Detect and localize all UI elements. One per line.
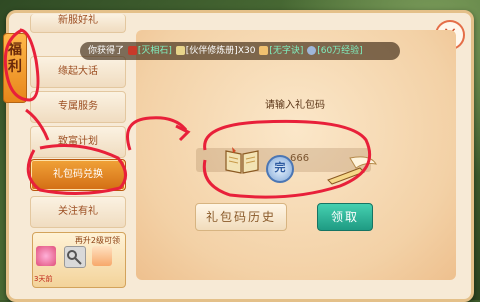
scroll-icon [259,46,269,55]
claim-button[interactable]: 领取 [317,203,373,231]
exp-icon [307,46,317,55]
promo-title: 再升2级可领 [74,236,120,245]
key-icon [64,246,86,268]
quill-scroll-icon [327,156,377,185]
character-portrait-icon [92,246,112,266]
sidebar-item-label: 缘起大话 [58,66,98,77]
gift-badge-icon [36,246,56,266]
ticker-prefix: 你获得了 [88,46,125,56]
sidebar-item-gift-code-redeem[interactable]: 礼包码兑换 [30,159,126,191]
gift-code-input-value: 666 [290,153,310,164]
sidebar-item-label: 礼包码兑换 [53,169,103,180]
ticker-item-3: [无字诀] [269,46,304,56]
completed-coin-icon: 完 [266,155,294,183]
sidebar-item-follow-gift[interactable]: 关注有礼 [30,196,126,228]
book-icon [175,46,185,55]
sidebar-item-wealth-plan[interactable]: 致富计划 [30,126,126,158]
welfare-tab-char-1: 福 [8,42,22,58]
reward-ticker: 你获得了 [灭相石] [伙伴修炼册]X30 [无字诀] [60万经验] [80,42,400,60]
welfare-tab-char-2: 利 [8,59,22,75]
ticker-item-4: [60万经验] [317,46,363,56]
gift-code-prompt: 请输入礼包码 [265,100,325,111]
sidebar-item-exclusive-service[interactable]: 专属服务 [30,91,126,123]
stone-icon [127,46,137,55]
gift-code-history-button[interactable]: 礼包码历史 [195,203,287,231]
open-book-icon [225,147,259,174]
promo-timer: 3天前 [34,275,53,283]
welfare-tab[interactable]: 福 利 [3,33,27,103]
ticker-item-1: [灭相石] [137,46,172,56]
ticker-item-2: [伙伴修炼册]X30 [185,46,256,56]
sidebar-item-label: 专属服务 [58,101,98,112]
sidebar-item-new-server-gift[interactable]: 新服好礼 [30,14,126,33]
sidebar-item-origin-story[interactable]: 缘起大话 [30,56,126,88]
sidebar-item-label: 致富计划 [58,136,98,147]
sidebar-item-label: 关注有礼 [58,206,98,217]
sidebar-item-label: 新服好礼 [58,15,98,26]
